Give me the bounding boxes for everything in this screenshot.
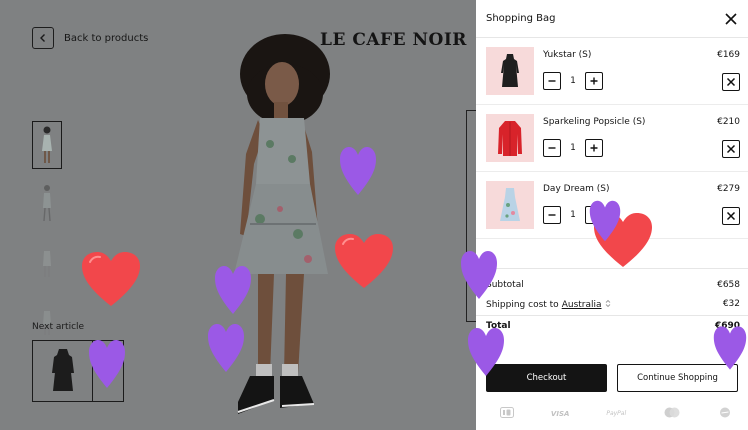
mastercard-icon [663,407,681,420]
shipping-left: Shipping cost to Australia [486,299,611,311]
divider [476,104,748,105]
heart-icon [461,251,497,299]
thumbnail-list [32,121,62,343]
sort-icon[interactable] [605,299,611,311]
minus-icon[interactable] [543,139,561,157]
next-article-image [33,341,93,401]
remove-icon[interactable] [722,207,740,225]
remove-icon[interactable] [722,73,740,91]
item-image [486,181,534,229]
paypal-icon: PayPal [606,410,627,417]
bag-title: Shopping Bag [486,13,556,24]
heart-icon [335,234,393,288]
heart-icon [713,326,747,370]
remove-icon[interactable] [722,140,740,158]
item-name: Yukstar (S) [543,50,592,60]
item-price: €279 [717,184,740,194]
item-price: €210 [717,117,740,127]
shipping-value: €32 [722,299,740,309]
shipping-label: Shipping cost to [486,300,559,310]
minus-icon[interactable] [543,206,561,224]
quantity-stepper: 1 [543,139,603,157]
heart-icon [215,266,251,314]
quantity-stepper: 1 [543,72,603,90]
subtotal-row: Subtotal €658 [486,280,740,290]
subtotal-value: €658 [717,280,740,290]
divider [476,315,748,316]
item-image [486,47,534,95]
plus-icon[interactable] [585,139,603,157]
thumbnail-4[interactable] [32,295,62,343]
amex-icon [718,407,732,420]
quantity-value: 1 [570,76,576,86]
heart-icon [340,147,376,195]
visa-icon: VISA [550,409,570,418]
heart-icon [468,328,504,376]
heart-icon [208,324,244,372]
thumbnail-2[interactable] [32,179,62,227]
back-to-products-button[interactable]: Back to products [32,27,148,49]
close-icon[interactable] [722,10,740,28]
shipping-row: Shipping cost to Australia €32 [486,299,740,311]
thumbnail-1[interactable] [32,121,62,169]
bag-header: Shopping Bag [476,0,748,38]
item-name: Sparkeling Popsicle (S) [543,117,646,127]
quantity-value: 1 [570,143,576,153]
thumbnail-3[interactable] [32,237,62,285]
item-price: €169 [717,50,740,60]
item-name: Day Dream (S) [543,184,610,194]
chevron-left-icon [32,27,54,49]
quantity-value: 1 [570,210,576,220]
shipping-country-select[interactable]: Australia [562,300,602,310]
heart-icon [82,252,140,306]
plus-icon[interactable] [585,72,603,90]
payment-methods: VISA PayPal [500,407,732,420]
heart-icon [589,200,621,242]
ideal-icon [500,407,514,420]
total-row: Total €690 [486,321,740,331]
item-image [486,114,534,162]
next-article-label: Next article [32,322,85,332]
heart-icon [89,340,125,388]
divider [476,171,748,172]
minus-icon[interactable] [543,72,561,90]
back-label: Back to products [64,32,149,44]
